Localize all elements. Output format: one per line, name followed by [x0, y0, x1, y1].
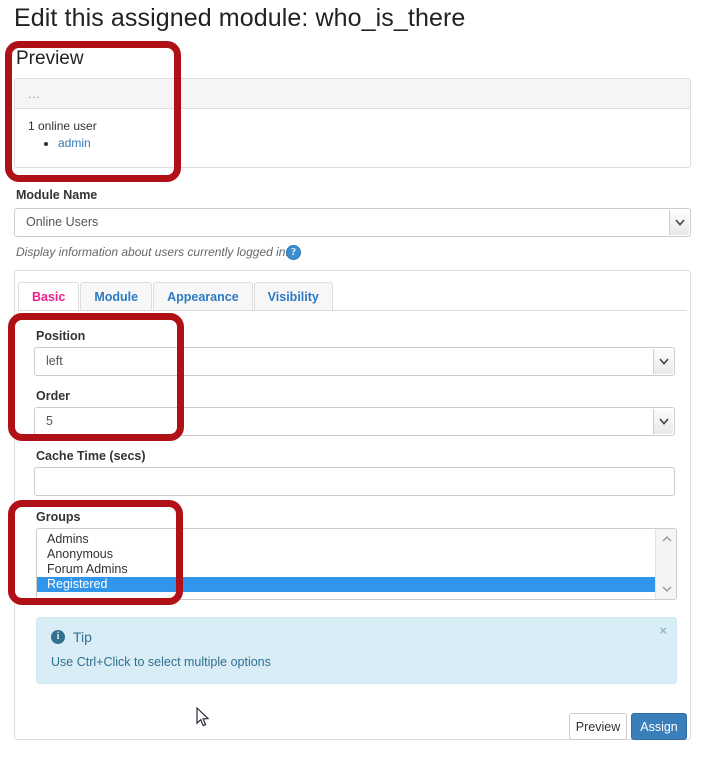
- groups-option-admins[interactable]: Admins: [37, 532, 655, 547]
- online-user-link[interactable]: admin: [58, 136, 91, 150]
- groups-option-anonymous[interactable]: Anonymous: [37, 547, 655, 562]
- info-circle-icon: i: [51, 630, 65, 644]
- tab-divider: [18, 310, 687, 311]
- assign-button[interactable]: Assign: [631, 713, 687, 740]
- close-icon[interactable]: ×: [659, 623, 667, 638]
- chevron-down-icon[interactable]: [656, 581, 676, 597]
- page-root: Edit this assigned module: who_is_there …: [0, 0, 703, 758]
- preview-header: ...: [15, 79, 690, 109]
- groups-option-forum-admins[interactable]: Forum Admins: [37, 562, 655, 577]
- module-name-label: Module Name: [16, 188, 98, 202]
- chevron-down-icon[interactable]: [653, 409, 673, 434]
- online-user-list: admin: [28, 135, 690, 151]
- tip-text: Use Ctrl+Click to select multiple option…: [51, 655, 271, 669]
- groups-scrollbar[interactable]: [655, 529, 676, 599]
- online-user-count: 1 online user: [28, 119, 97, 133]
- order-select[interactable]: 5: [34, 407, 675, 436]
- page-title: Edit this assigned module: who_is_there: [14, 4, 466, 32]
- preview-section-label: Preview: [16, 48, 84, 69]
- tip-alert: i Tip Use Ctrl+Click to select multiple …: [36, 617, 677, 684]
- groups-options: Admins Anonymous Forum Admins Registered: [37, 529, 655, 599]
- position-value: left: [46, 354, 63, 368]
- tab-basic[interactable]: Basic: [18, 282, 80, 311]
- module-name-value: Online Users: [26, 215, 99, 229]
- module-name-help-text: Display information about users currentl…: [16, 245, 289, 259]
- settings-tab-list: Basic Module Appearance Visibility: [18, 282, 334, 311]
- order-value: 5: [46, 414, 53, 428]
- cache-time-input[interactable]: [34, 467, 675, 496]
- tab-appearance[interactable]: Appearance: [153, 282, 253, 311]
- chevron-down-icon[interactable]: [669, 210, 689, 235]
- module-preview-box: ... 1 online user admin: [14, 78, 691, 168]
- order-label: Order: [36, 389, 71, 403]
- groups-listbox[interactable]: Admins Anonymous Forum Admins Registered: [36, 528, 677, 600]
- tab-visibility[interactable]: Visibility: [253, 282, 333, 311]
- cache-time-label: Cache Time (secs): [36, 449, 146, 463]
- position-label: Position: [36, 329, 86, 343]
- chevron-up-icon[interactable]: [656, 531, 676, 547]
- list-item: admin: [58, 135, 690, 151]
- groups-label: Groups: [36, 510, 81, 524]
- module-name-select[interactable]: Online Users: [14, 208, 691, 237]
- tab-module[interactable]: Module: [80, 282, 153, 311]
- tip-header: i Tip: [51, 629, 92, 645]
- tip-title: Tip: [73, 629, 92, 645]
- groups-option-registered[interactable]: Registered: [37, 577, 655, 592]
- mouse-cursor: [196, 706, 210, 733]
- question-circle-icon[interactable]: ?: [286, 245, 301, 260]
- preview-header-title: ...: [28, 87, 42, 101]
- chevron-down-icon[interactable]: [653, 349, 673, 374]
- preview-button[interactable]: Preview: [569, 713, 627, 740]
- position-select[interactable]: left: [34, 347, 675, 376]
- preview-body: 1 online user admin: [15, 109, 690, 151]
